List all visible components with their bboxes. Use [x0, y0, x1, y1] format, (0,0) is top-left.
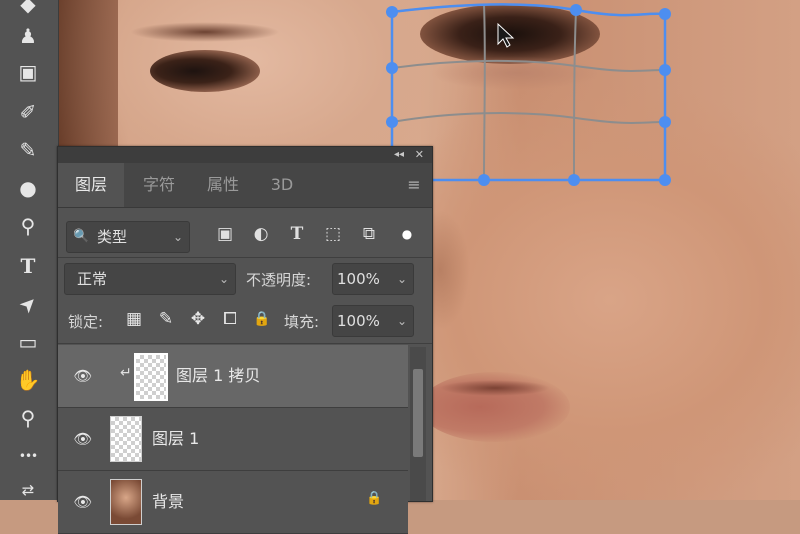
hair-region [58, 0, 118, 150]
lock-transparent-icon[interactable]: ▦ [122, 307, 146, 331]
panel-title-bar[interactable]: ◂◂ ✕ [58, 147, 432, 163]
panel-menu-icon[interactable]: ≡ [404, 163, 424, 207]
stamp-tool-icon[interactable]: ♟ [14, 22, 42, 50]
smart-object-filter-icon[interactable]: ⧉ [356, 221, 382, 247]
fill-field[interactable]: 100% ⌄ [332, 305, 414, 337]
divider [58, 343, 432, 344]
hand-tool-icon[interactable]: ✋ [14, 366, 42, 394]
opacity-field[interactable]: 100% ⌄ [332, 263, 414, 295]
layer-filter-value: 类型 [97, 228, 128, 246]
visibility-eye-icon[interactable]: 👁 [72, 428, 94, 450]
close-icon[interactable]: ✕ [415, 147, 424, 163]
chevron-down-icon: ⌄ [218, 272, 229, 286]
zoom-tool-icon[interactable]: ⚲ [14, 404, 42, 432]
pixel-filter-icon[interactable]: ▣ [212, 221, 238, 247]
left-eye [150, 50, 260, 92]
eraser-tool-icon[interactable]: ◆ [14, 0, 42, 18]
tab-layers[interactable]: 图层 [58, 163, 124, 207]
type-filter-icon[interactable]: T [284, 221, 310, 247]
adjustment-filter-icon[interactable]: ◐ [248, 221, 274, 247]
scrollbar-thumb[interactable] [413, 369, 423, 457]
layer-row-background[interactable]: 👁 背景 🔒 [58, 471, 408, 534]
layer-row-1[interactable]: 👁 图层 1 [58, 408, 408, 471]
layer-thumbnail [134, 353, 168, 401]
lock-artboard-icon[interactable]: ⧠ [218, 307, 242, 331]
search-icon: 🔍 [73, 229, 90, 244]
blur-tool-icon[interactable]: ● [14, 174, 42, 202]
shape-filter-icon[interactable]: ⬚ [320, 221, 346, 247]
right-eye [420, 4, 600, 64]
path-select-tool-icon[interactable]: ➤ [8, 284, 48, 324]
gradient-tool-icon[interactable]: ▣ [14, 58, 42, 86]
tab-properties[interactable]: 属性 [190, 163, 256, 207]
layers-panel: ◂◂ ✕ 图层 字符 属性 3D ≡ 🔍 类型 ⌄ ▣ ◐ T ⬚ ⧉ ● 正常… [57, 146, 433, 534]
layer-row-copy[interactable]: 👁 ↵ 图层 1 拷贝 [58, 345, 408, 408]
left-brow [130, 22, 280, 42]
blend-mode-select[interactable]: 正常 ⌄ [64, 263, 236, 295]
collapse-panel-icon[interactable]: ◂◂ [394, 147, 404, 163]
chevron-down-icon: ⌄ [172, 230, 183, 244]
layer-lock-icon: 🔒 [366, 491, 383, 506]
opacity-value: 100% [337, 270, 380, 288]
dodge-tool-icon[interactable]: ⚲ [14, 212, 42, 240]
lock-label: 锁定: [68, 313, 104, 331]
type-tool-icon[interactable]: T [14, 252, 42, 280]
lock-image-icon[interactable]: ✎ [154, 307, 178, 331]
visibility-eye-icon[interactable]: 👁 [72, 491, 94, 513]
eraser-icon[interactable]: ✐ [14, 98, 42, 126]
more-tools-icon[interactable]: ••• [14, 442, 42, 470]
chevron-down-icon[interactable]: ⌄ [397, 264, 407, 294]
clipping-mask-icon: ↵ [120, 365, 132, 381]
tab-3d[interactable]: 3D [254, 163, 310, 207]
layer-filter-select[interactable]: 🔍 类型 ⌄ [66, 221, 190, 253]
tab-character[interactable]: 字符 [126, 163, 192, 207]
layer-thumbnail [110, 479, 142, 525]
layers-scrollbar[interactable] [410, 347, 426, 501]
layer-name[interactable]: 图层 1 [152, 408, 199, 470]
lock-all-icon[interactable]: 🔒 [250, 307, 274, 331]
divider [58, 257, 432, 258]
panel-tabs: 图层 字符 属性 3D [58, 163, 432, 208]
eye-bag [430, 56, 600, 90]
layer-thumbnail [110, 416, 142, 462]
opacity-label: 不透明度: [246, 271, 312, 289]
blend-mode-value: 正常 [77, 270, 108, 288]
layer-name[interactable]: 背景 [152, 471, 184, 533]
pen-tool-icon[interactable]: ✎ [14, 136, 42, 164]
rectangle-tool-icon[interactable]: ▭ [14, 328, 42, 356]
chevron-down-icon[interactable]: ⌄ [397, 306, 407, 336]
fill-label: 填充: [284, 313, 320, 331]
lock-position-icon[interactable]: ✥ [186, 307, 210, 331]
lip-line [440, 380, 550, 396]
layer-name[interactable]: 图层 1 拷贝 [176, 345, 260, 407]
visibility-eye-icon[interactable]: 👁 [72, 365, 94, 387]
fill-value: 100% [337, 312, 380, 330]
filter-toggle-icon[interactable]: ● [394, 221, 420, 247]
tools-toolbar: ◆ ♟ ▣ ✐ ✎ ● ⚲ T ➤ ▭ ✋ ⚲ ••• ⇄ [0, 0, 59, 500]
